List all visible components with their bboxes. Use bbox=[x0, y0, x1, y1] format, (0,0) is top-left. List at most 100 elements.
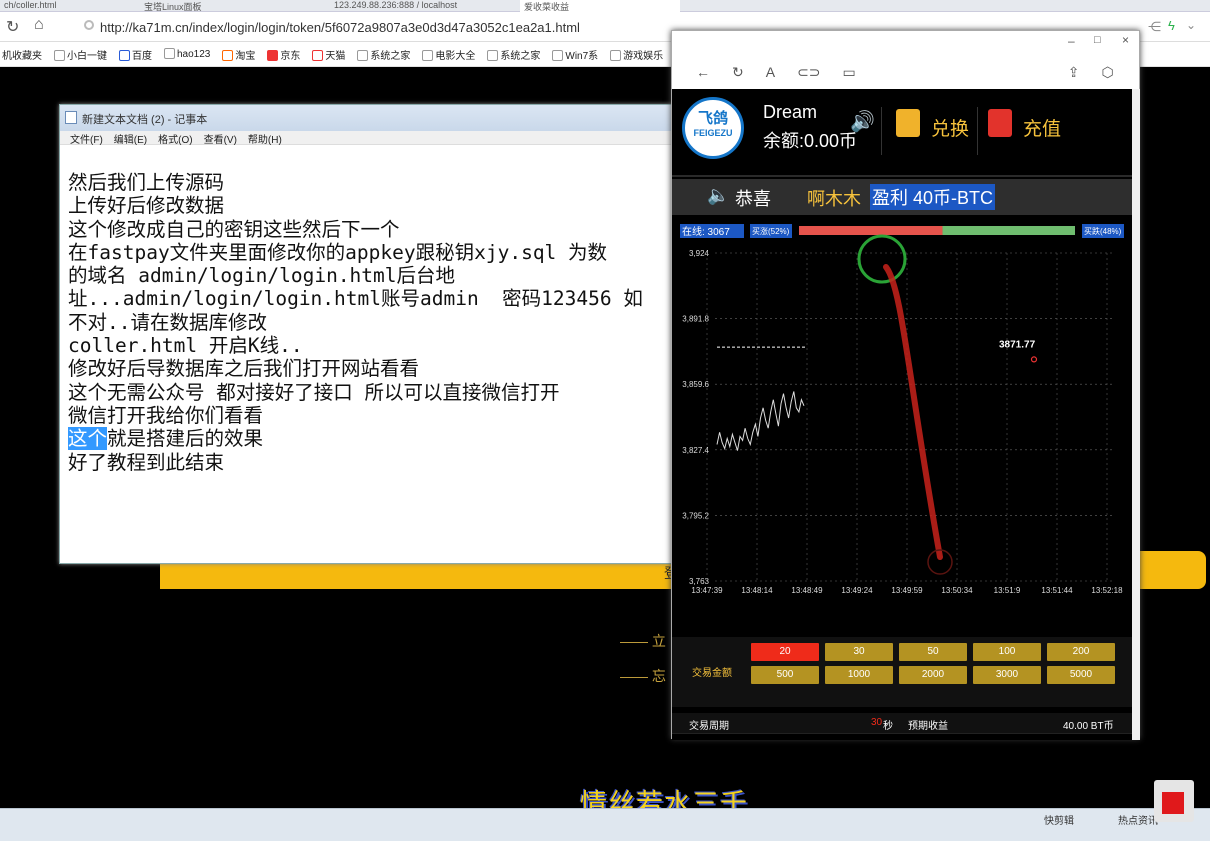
buy-up-label: 买涨(52%) bbox=[752, 226, 790, 236]
menu-help[interactable]: 帮助(H) bbox=[248, 131, 282, 146]
period-row: 交易周期 30 秒 预期收益 40.00 BT币 bbox=[672, 713, 1132, 733]
trading-app: 飞鸽 FEIGEZU Dream 余额:0.00币 🔊 兑换 充值 🔈 恭喜 啊木… bbox=[672, 89, 1132, 740]
menu-file[interactable]: 文件(F) bbox=[70, 131, 103, 146]
notepad-icon bbox=[65, 111, 77, 124]
tab-4[interactable]: 爱收菜收益 bbox=[520, 0, 680, 12]
chart-background bbox=[672, 217, 1132, 637]
up-ratio-bar bbox=[799, 226, 943, 235]
tab-3[interactable]: 123.249.88.236:888 / localhost bbox=[330, 0, 510, 12]
amount-option-button[interactable]: 3000 bbox=[973, 666, 1041, 684]
x-tick-label: 13:48:14 bbox=[741, 586, 773, 595]
balance: 余额:0.00币 bbox=[763, 131, 858, 151]
minimize-icon[interactable]: – bbox=[1068, 34, 1075, 48]
refresh-icon[interactable]: ↻ bbox=[732, 64, 744, 81]
home-icon[interactable]: ⌂ bbox=[34, 16, 44, 34]
menu-format[interactable]: 格式(O) bbox=[158, 131, 192, 146]
logo-text: 飞鸽 bbox=[697, 110, 728, 127]
price-marker-label: 3871.77 bbox=[999, 339, 1036, 350]
bookmark-item[interactable]: 机收藏夹 bbox=[2, 47, 42, 62]
close-icon[interactable]: × bbox=[1122, 33, 1129, 47]
price-chart[interactable]: 在线: 3067 买涨(52%) 买跌(48%) 3,924 3,891.8 3,859.… bbox=[672, 217, 1132, 637]
refresh-icon[interactable]: ↻ bbox=[6, 17, 19, 37]
text-line: 这个无需公众号 都对接好了接口 所以可以直接微信打开 bbox=[68, 380, 560, 404]
x-tick-label: 13:50:34 bbox=[941, 586, 973, 595]
forgot-link[interactable]: —— 忘 bbox=[620, 666, 666, 686]
text-line: 在fastpay文件夹里面修改你的appkey跟秘钥xjy.sql 为数 bbox=[68, 240, 608, 264]
amount-option-button[interactable]: 50 bbox=[899, 643, 967, 661]
menu-view[interactable]: 查看(V) bbox=[204, 131, 237, 146]
bookmark-item[interactable]: 游戏娱乐 bbox=[610, 47, 663, 62]
taskbar-item[interactable]: 快剪辑 bbox=[1044, 812, 1074, 827]
bookmark-item[interactable]: 京东 bbox=[267, 47, 300, 62]
app-header: 飞鸽 FEIGEZU Dream 余额:0.00币 🔊 兑换 充值 bbox=[672, 89, 1132, 177]
amount-option-button[interactable]: 500 bbox=[751, 666, 819, 684]
cube-icon[interactable]: ⬡ bbox=[1102, 64, 1114, 81]
bookmark-label: 系统之家 bbox=[500, 50, 541, 62]
speaker-icon[interactable]: 🔊 bbox=[850, 112, 875, 132]
amount-option-button[interactable]: 2000 bbox=[899, 666, 967, 684]
lightning-icon[interactable]: ϟ bbox=[1168, 18, 1175, 33]
y-tick-label: 3,924 bbox=[689, 249, 710, 258]
back-icon[interactable]: ← bbox=[696, 64, 710, 80]
announce-icon: 🔈 bbox=[707, 185, 730, 205]
amount-option-button[interactable]: 20 bbox=[751, 643, 819, 661]
page-icon bbox=[552, 49, 564, 61]
bottom-nav: 交易 佣金 中心 bbox=[672, 733, 1132, 740]
share-icon[interactable]: ⇪ bbox=[1068, 64, 1080, 81]
x-tick-label: 13:51:9 bbox=[994, 586, 1021, 595]
bookmark-item[interactable]: hao123 bbox=[164, 48, 210, 60]
x-tick-label: 13:47:39 bbox=[691, 586, 723, 595]
address-bar[interactable]: http://ka71m.cn/index/login/login/token/… bbox=[100, 20, 580, 35]
notice-user: 啊木木 bbox=[807, 189, 861, 209]
divider bbox=[881, 107, 882, 155]
maximize-icon[interactable]: □ bbox=[1094, 34, 1101, 46]
bookmark-item[interactable]: 天猫 bbox=[312, 47, 345, 62]
bookmark-item[interactable]: 系统之家 bbox=[357, 47, 410, 62]
taskbar-item[interactable]: 热点资讯 bbox=[1118, 812, 1158, 827]
logo-subtext: FEIGEZU bbox=[693, 128, 733, 138]
notice-congrats: 恭喜 bbox=[735, 189, 771, 209]
recharge-button[interactable]: 充值 bbox=[1023, 114, 1061, 141]
exchange-button[interactable]: 兑换 bbox=[931, 114, 969, 141]
notice-profit: 盈利 40币-BTC bbox=[870, 184, 996, 210]
bookmark-item[interactable]: 百度 bbox=[119, 47, 152, 62]
amount-option-button[interactable]: 5000 bbox=[1047, 666, 1115, 684]
tab-2[interactable]: 宝塔Linux面板 bbox=[140, 0, 320, 12]
bookmark-item[interactable]: 小白一键 bbox=[54, 47, 107, 62]
scrollbar[interactable] bbox=[1132, 89, 1140, 740]
notepad-text-area[interactable]: 然后我们上传源码 上传好后修改数据 这个修改成自己的密钥这些然后下一个 在fastpa… bbox=[60, 145, 674, 560]
bookmark-item[interactable]: 淘宝 bbox=[222, 47, 255, 62]
font-icon[interactable]: A bbox=[766, 64, 775, 80]
text-line: 然后我们上传源码 bbox=[68, 171, 225, 194]
bookmark-item[interactable]: 电影大全 bbox=[422, 47, 475, 62]
text-line: coller.html 开启K线.. bbox=[68, 334, 303, 358]
bookmark-item[interactable]: 系统之家 bbox=[487, 47, 540, 62]
username: Dream bbox=[763, 102, 818, 122]
amount-option-button[interactable]: 1000 bbox=[825, 666, 893, 684]
taobao-icon bbox=[222, 49, 234, 61]
notepad-titlebar[interactable]: 新建文本文档 (2) - 记事本 bbox=[60, 105, 674, 131]
period-unit: 秒 bbox=[883, 721, 893, 732]
window-titlebar[interactable]: – □ × bbox=[672, 31, 1139, 55]
link-icon[interactable]: ⊂⊃ bbox=[797, 64, 820, 81]
chevron-down-icon[interactable]: ⌄ bbox=[1186, 18, 1196, 32]
register-link[interactable]: —— 立 bbox=[620, 631, 666, 651]
text-line: 上传好后修改数据 bbox=[68, 194, 225, 218]
security-icon bbox=[84, 20, 94, 30]
win-notice-bar: 🔈 恭喜 啊木木 盈利 40币-BTC bbox=[672, 179, 1132, 215]
layout-icon[interactable]: ▭ bbox=[843, 64, 856, 81]
share-icon[interactable]: ⋲ bbox=[1148, 19, 1161, 35]
amount-option-button[interactable]: 100 bbox=[973, 643, 1041, 661]
exchange-icon[interactable] bbox=[896, 109, 920, 137]
amount-option-button[interactable]: 200 bbox=[1047, 643, 1115, 661]
amount-option-button[interactable]: 30 bbox=[825, 643, 893, 661]
page-icon bbox=[422, 49, 434, 61]
x-tick-label: 13:48:49 bbox=[791, 586, 823, 595]
bookmark-item[interactable]: Win7系 bbox=[552, 47, 598, 62]
x-tick-label: 13:49:24 bbox=[841, 586, 873, 595]
record-stop-icon[interactable] bbox=[1162, 792, 1184, 814]
tab-1[interactable]: ch/coller.html bbox=[0, 0, 130, 12]
recharge-icon[interactable] bbox=[988, 109, 1012, 137]
record-widget[interactable] bbox=[1154, 780, 1194, 822]
menu-edit[interactable]: 编辑(E) bbox=[114, 131, 147, 146]
